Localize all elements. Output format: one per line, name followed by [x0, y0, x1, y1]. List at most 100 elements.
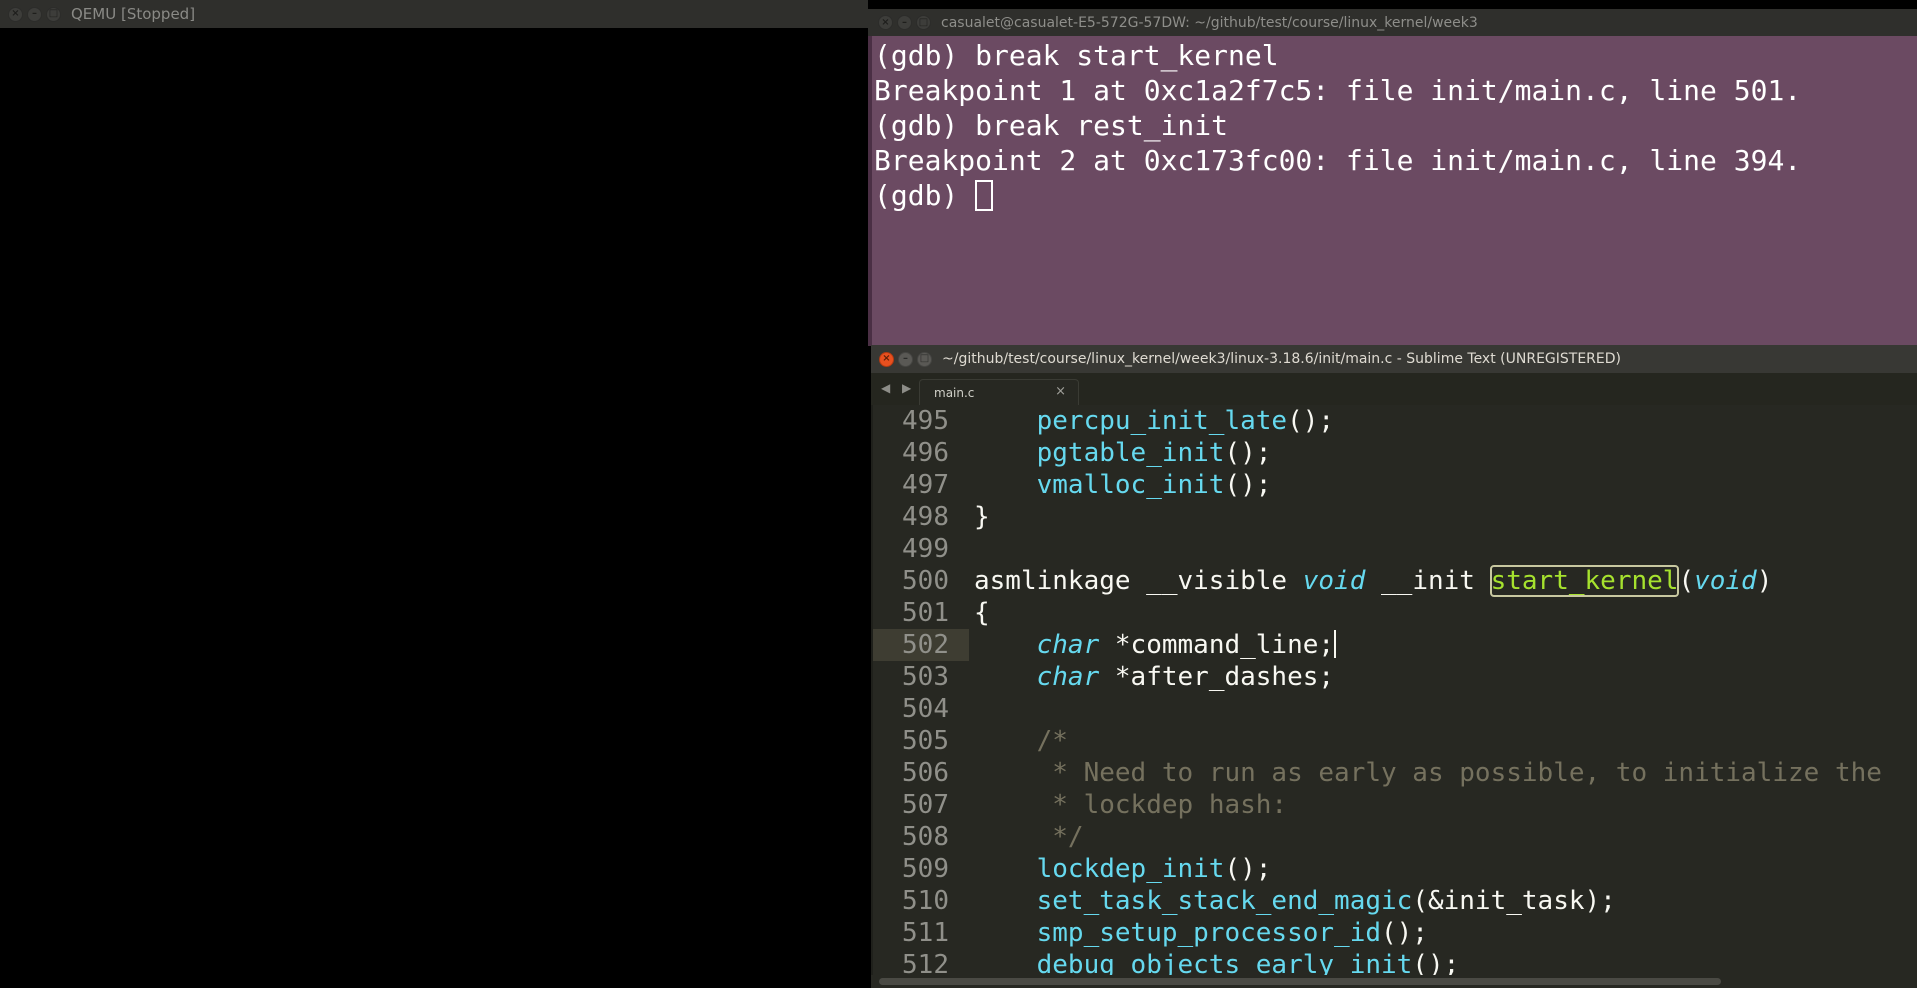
minimize-icon[interactable]: – — [898, 351, 913, 367]
close-icon[interactable]: × — [879, 351, 894, 367]
code-token: char — [1036, 662, 1100, 692]
code-token: lockdep_init — [1036, 854, 1225, 884]
line-number: 505 — [902, 726, 949, 756]
code-token: asmlinkage __visible — [974, 566, 1303, 596]
code-line[interactable]: 500 asmlinkage __visible void __init star… — [873, 565, 1917, 597]
line-number: 502 — [873, 629, 969, 661]
code-line[interactable]: 503 char *after_dashes; — [873, 661, 1917, 693]
qemu-window-title: QEMU [Stopped] — [71, 5, 196, 23]
code-text: * lockdep hash: — [974, 789, 1287, 821]
code-token: __init — [1365, 566, 1491, 596]
code-editor[interactable]: 495 percpu_init_late(); 496 pgtable_init(… — [871, 405, 1917, 975]
code-token: debug_objects_early_init — [1036, 950, 1413, 975]
code-line[interactable]: 511 smp_setup_processor_id(); — [873, 917, 1917, 949]
code-line[interactable]: 505 /* — [873, 725, 1917, 757]
terminal-window-controls: × – □ — [878, 15, 931, 30]
code-token: /* — [1036, 726, 1068, 756]
code-line[interactable]: 498} — [873, 501, 1917, 533]
terminal-line: Breakpoint 2 at 0xc173fc00: file init/ma… — [874, 144, 1802, 177]
code-token: set_task_stack_end_magic — [1036, 886, 1413, 916]
code-text: set_task_stack_end_magic(&init_task); — [974, 885, 1616, 917]
code-line[interactable]: 495 percpu_init_late(); — [873, 405, 1917, 437]
sublime-window-controls: × – □ — [879, 351, 932, 367]
code-token: (); — [1412, 950, 1460, 975]
code-line[interactable]: 512 debug_objects_early_init(); — [873, 949, 1917, 975]
code-token: void — [1302, 566, 1366, 596]
maximize-icon[interactable]: □ — [916, 15, 931, 30]
code-text: percpu_init_late(); — [974, 405, 1334, 437]
close-icon[interactable]: × — [8, 6, 23, 22]
line-number: 496 — [902, 438, 949, 468]
code-text: debug_objects_early_init(); — [974, 949, 1460, 975]
terminal-prompt-line[interactable]: (gdb) — [872, 178, 1912, 213]
code-token: (); — [1224, 854, 1272, 884]
line-number: 506 — [902, 758, 949, 788]
code-token: ) — [1756, 566, 1773, 596]
code-line[interactable]: 510 set_task_stack_end_magic(&init_task)… — [873, 885, 1917, 917]
horizontal-scrollbar[interactable] — [871, 975, 1917, 988]
terminal-titlebar[interactable]: × – □ casualet@casualet-E5-572G-57DW: ~/… — [868, 9, 1917, 36]
code-line[interactable]: 499 — [873, 533, 1917, 565]
code-token: *after_dashes; — [1099, 662, 1335, 692]
close-icon[interactable]: × — [878, 15, 893, 30]
maximize-icon[interactable]: □ — [46, 6, 61, 22]
code-line[interactable]: 502 char *command_line; — [873, 629, 1917, 661]
highlighted-symbol: start_kernel — [1489, 565, 1680, 597]
code-line[interactable]: 506 * Need to run as early as possible, … — [873, 757, 1917, 789]
code-token: ( — [1678, 566, 1695, 596]
code-line[interactable]: 509 lockdep_init(); — [873, 853, 1917, 885]
qemu-titlebar[interactable]: × – □ QEMU [Stopped] — [0, 0, 868, 28]
code-token: (); — [1381, 918, 1428, 948]
minimize-icon[interactable]: – — [27, 6, 42, 22]
code-text: asmlinkage __visible void __init start_k… — [974, 565, 1772, 597]
code-text: */ — [974, 821, 1083, 853]
code-line[interactable]: 508 */ — [873, 821, 1917, 853]
line-number: 503 — [902, 662, 949, 692]
code-token: vmalloc_init — [1036, 470, 1225, 500]
code-line[interactable]: 504 — [873, 693, 1917, 725]
code-text: char *command_line; — [974, 629, 1337, 661]
terminal-line: (gdb) break rest_init — [874, 109, 1229, 142]
code-line[interactable]: 497 vmalloc_init(); — [873, 469, 1917, 501]
code-text: * Need to run as early as possible, to i… — [974, 757, 1882, 789]
line-number: 511 — [902, 918, 949, 948]
code-line[interactable]: 507 * lockdep hash: — [873, 789, 1917, 821]
code-token: } — [974, 502, 990, 532]
code-token: (); — [1287, 406, 1335, 436]
qemu-display[interactable] — [0, 28, 868, 988]
sublime-titlebar[interactable]: × – □ ~/github/test/course/linux_kernel/… — [871, 345, 1917, 373]
code-token: percpu_init_late — [1036, 406, 1288, 436]
scrollbar-thumb[interactable] — [879, 978, 1721, 985]
minimize-icon[interactable]: – — [897, 15, 912, 30]
tab-main-c[interactable]: main.c × — [919, 379, 1079, 405]
code-token: char — [1036, 630, 1100, 660]
code-text: vmalloc_init(); — [974, 469, 1272, 501]
terminal-scrollbar[interactable] — [1912, 36, 1917, 346]
maximize-icon[interactable]: □ — [917, 351, 932, 367]
line-number: 509 — [902, 854, 949, 884]
line-number: 498 — [902, 502, 949, 532]
code-token: * Need to run as early as possible, to i… — [1052, 758, 1882, 788]
code-text: /* — [974, 725, 1068, 757]
terminal-line: (gdb) break start_kernel — [874, 39, 1279, 72]
code-text: pgtable_init(); — [974, 437, 1272, 469]
line-number: 497 — [902, 470, 949, 500]
terminal-output[interactable]: (gdb) break start_kernel Breakpoint 1 at… — [868, 36, 1912, 346]
close-icon[interactable]: × — [1055, 384, 1066, 399]
line-number: 495 — [902, 406, 949, 436]
code-text: } — [974, 501, 990, 533]
tab-nav-arrows-icon[interactable]: ◀ ▶ — [881, 381, 915, 395]
code-line[interactable]: 496 pgtable_init(); — [873, 437, 1917, 469]
code-text: char *after_dashes; — [974, 661, 1334, 693]
code-line[interactable]: 501 { — [873, 597, 1917, 629]
code-text: lockdep_init(); — [974, 853, 1272, 885]
